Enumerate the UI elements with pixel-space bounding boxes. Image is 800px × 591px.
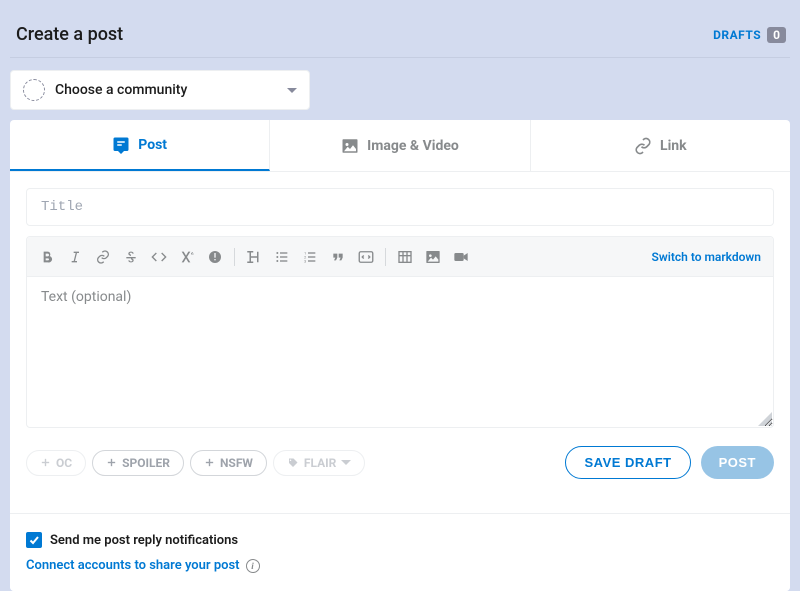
connect-accounts-link[interactable]: Connect accounts to share your post i	[26, 558, 774, 573]
form-body: 123 Switch to markdown Text (optional)	[10, 172, 790, 495]
panel-footer: Send me post reply notifications Connect…	[10, 513, 790, 591]
strikethrough-button[interactable]	[117, 243, 145, 271]
spoiler-label: SPOILER	[122, 456, 170, 470]
flair-pill[interactable]: FLAIR	[273, 450, 365, 476]
bold-button[interactable]	[33, 243, 61, 271]
oc-pill[interactable]: OC	[26, 450, 86, 476]
code-block-button[interactable]	[352, 243, 380, 271]
heading-button[interactable]	[240, 243, 268, 271]
editor-toolbar: 123 Switch to markdown	[27, 237, 773, 277]
info-icon[interactable]: i	[246, 559, 260, 573]
tag-row: OC SPOILER NSFW FLAIR	[26, 446, 774, 479]
tab-image-video-label: Image & Video	[367, 138, 459, 154]
editor-body[interactable]: Text (optional)	[27, 277, 773, 427]
community-picker[interactable]: Choose a community	[10, 70, 310, 110]
toolbar-divider	[385, 248, 386, 266]
link-button[interactable]	[89, 243, 117, 271]
community-placeholder-text: Choose a community	[55, 82, 187, 98]
editor: 123 Switch to markdown Text (optional)	[26, 236, 774, 428]
svg-text:3: 3	[304, 258, 306, 263]
title-input[interactable]	[26, 188, 774, 226]
editor-placeholder: Text (optional)	[41, 289, 131, 305]
quote-button[interactable]	[324, 243, 352, 271]
flair-label: FLAIR	[304, 456, 336, 470]
post-button[interactable]: POST	[701, 446, 774, 479]
spoiler-button[interactable]	[201, 243, 229, 271]
tab-post[interactable]: Post	[10, 120, 270, 171]
video-button[interactable]	[447, 243, 475, 271]
checkbox-checked-icon[interactable]	[26, 532, 42, 548]
header: Create a post DRAFTS 0	[10, 10, 790, 58]
tabs: Post Image & Video Link	[10, 120, 790, 172]
inline-code-button[interactable]	[145, 243, 173, 271]
post-panel: Post Image & Video Link	[10, 120, 790, 591]
chevron-down-icon	[287, 88, 297, 93]
drafts-label: DRAFTS	[713, 28, 761, 42]
resize-handle-icon[interactable]	[758, 412, 772, 426]
notify-label: Send me post reply notifications	[50, 533, 238, 548]
drafts-count: 0	[767, 27, 786, 43]
page-title: Create a post	[16, 24, 123, 45]
nsfw-label: NSFW	[220, 456, 253, 470]
tab-post-label: Post	[138, 137, 167, 153]
italic-button[interactable]	[61, 243, 89, 271]
table-button[interactable]	[391, 243, 419, 271]
superscript-button[interactable]	[173, 243, 201, 271]
connect-label: Connect accounts to share your post	[26, 558, 240, 573]
toolbar-divider	[234, 248, 235, 266]
link-icon	[634, 137, 652, 155]
post-icon	[112, 136, 130, 154]
community-placeholder-icon	[23, 79, 45, 101]
notify-checkbox-row[interactable]: Send me post reply notifications	[26, 532, 774, 548]
save-draft-button[interactable]: SAVE DRAFT	[565, 446, 690, 479]
markdown-switch[interactable]: Switch to markdown	[652, 250, 761, 264]
spoiler-pill[interactable]: SPOILER	[92, 450, 184, 476]
number-list-button[interactable]: 123	[296, 243, 324, 271]
oc-label: OC	[56, 456, 72, 470]
chevron-down-icon	[341, 460, 351, 465]
tab-link[interactable]: Link	[531, 120, 790, 171]
drafts-button[interactable]: DRAFTS 0	[713, 27, 786, 43]
nsfw-pill[interactable]: NSFW	[190, 450, 267, 476]
bullet-list-button[interactable]	[268, 243, 296, 271]
tab-link-label: Link	[660, 138, 687, 154]
image-button[interactable]	[419, 243, 447, 271]
tab-image-video[interactable]: Image & Video	[270, 120, 530, 171]
image-icon	[341, 137, 359, 155]
